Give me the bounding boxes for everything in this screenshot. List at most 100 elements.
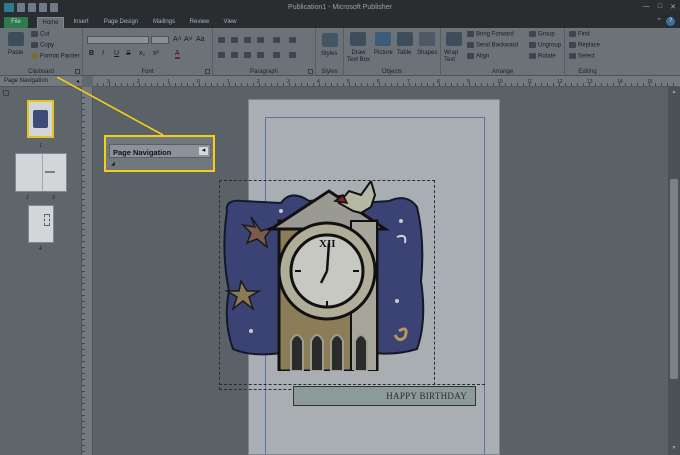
copy-button[interactable]: Copy	[31, 42, 54, 49]
scroll-up-icon[interactable]: ▲	[670, 89, 678, 97]
strikethrough-button[interactable]: S	[126, 50, 131, 57]
ruler-minor-tick	[613, 83, 614, 86]
happy-birthday-textbox[interactable]: HAPPY BIRTHDAY	[293, 386, 476, 406]
bullets-icon[interactable]	[218, 37, 225, 43]
tab-view[interactable]: View	[219, 17, 241, 28]
text-box-icon[interactable]	[350, 32, 366, 46]
ruler-minor-tick	[82, 373, 85, 374]
table-icon[interactable]	[397, 32, 413, 46]
align-left-icon[interactable]	[218, 52, 225, 58]
tab-insert[interactable]: Insert	[69, 17, 93, 28]
minimize-button[interactable]: —	[643, 3, 650, 11]
font-launcher-icon[interactable]	[205, 69, 210, 74]
horizontal-ruler[interactable]: 3 2 1 0 1 2 3 4 5 6 7 8 9 10 11 12 13 14…	[93, 76, 680, 87]
collapse-chevron-icon[interactable]: ◂	[199, 147, 208, 155]
send-backward-button[interactable]: Send Backward	[467, 42, 518, 49]
scrollbar-thumb[interactable]	[670, 179, 678, 379]
font-name-select[interactable]	[87, 36, 149, 44]
ruler-minor-tick	[421, 83, 422, 86]
shrink-font-button[interactable]: A˅	[184, 36, 193, 43]
vertical-scrollbar[interactable]: ▲ ▼	[668, 87, 680, 455]
font-color-button[interactable]: A	[175, 50, 180, 59]
group-button[interactable]: Group	[529, 31, 555, 38]
shapes-button[interactable]: Shapes	[417, 50, 437, 56]
styles-icon[interactable]	[322, 33, 338, 47]
tab-home[interactable]: Home	[37, 17, 64, 28]
arch-shape	[290, 334, 304, 371]
ungroup-button[interactable]: Ungroup	[529, 42, 561, 49]
ruler-minor-tick	[139, 83, 140, 86]
wrap-text-icon[interactable]	[446, 32, 462, 46]
tab-review[interactable]: Review	[186, 17, 213, 28]
page-thumbnail-4[interactable]	[28, 205, 54, 243]
rotate-button[interactable]: Rotate	[529, 53, 556, 60]
distribute-icon[interactable]	[273, 52, 280, 58]
help-icon[interactable]: ?	[666, 17, 675, 26]
draw-text-box-button[interactable]: Draw Text Box	[346, 50, 371, 64]
close-button[interactable]: ✕	[670, 3, 676, 11]
table-button[interactable]: Table	[397, 50, 411, 56]
italic-button[interactable]: I	[102, 50, 104, 57]
page-thumbnail-2-3[interactable]	[15, 153, 67, 192]
bring-forward-button[interactable]: Bring Forward	[467, 31, 514, 38]
clock-tower-clipart[interactable]: XII	[221, 181, 431, 371]
ruler-minor-tick	[127, 83, 128, 86]
align-icon	[467, 53, 474, 59]
show-marks-icon[interactable]	[273, 37, 280, 43]
increase-indent-icon[interactable]	[257, 37, 264, 43]
grow-font-button[interactable]: A˄	[173, 36, 182, 43]
maximize-button[interactable]: □	[658, 3, 662, 11]
minimize-ribbon-icon[interactable]: ⌃	[656, 17, 662, 25]
ruler-minor-tick	[445, 83, 446, 86]
find-button[interactable]: Find	[569, 31, 590, 38]
change-case-button[interactable]: Aa	[196, 36, 205, 43]
subscript-button[interactable]: x₂	[139, 50, 145, 57]
paste-button[interactable]: Paste	[8, 50, 23, 56]
shapes-icon[interactable]	[419, 32, 435, 46]
select-button[interactable]: Select	[569, 53, 595, 60]
align-center-icon[interactable]	[231, 52, 238, 58]
align-button[interactable]: Align	[467, 53, 489, 60]
superscript-button[interactable]: x²	[153, 50, 159, 57]
decrease-indent-icon[interactable]	[244, 37, 251, 43]
expand-pane-icon[interactable]	[3, 90, 9, 96]
ruler-minor-tick	[547, 83, 548, 86]
picture-icon[interactable]	[375, 32, 391, 46]
tab-page-design[interactable]: Page Design	[99, 17, 143, 28]
ruler-minor-tick	[199, 83, 200, 86]
align-right-icon[interactable]	[244, 52, 251, 58]
ruler-minor-tick	[187, 83, 188, 86]
format-painter-button[interactable]: Format Painter	[31, 53, 80, 60]
line-spacing-icon[interactable]	[289, 37, 296, 43]
bold-button[interactable]: B	[89, 50, 94, 57]
ruler-minor-tick	[82, 349, 85, 350]
ruler-minor-tick	[82, 343, 85, 344]
vertical-ruler[interactable]	[82, 87, 93, 455]
clipboard-launcher-icon[interactable]	[75, 69, 80, 74]
paste-icon[interactable]	[8, 32, 24, 46]
wrap-text-button[interactable]: Wrap Text	[444, 50, 462, 64]
numbering-icon[interactable]	[231, 37, 238, 43]
expand-corner-icon[interactable]: ◢	[111, 161, 115, 167]
ruler-minor-tick	[217, 83, 218, 86]
columns-icon[interactable]	[289, 52, 296, 58]
scroll-down-icon[interactable]: ▼	[670, 445, 678, 453]
replace-button[interactable]: Replace	[569, 42, 600, 49]
collapse-pane-icon[interactable]: ◂	[76, 78, 79, 85]
ruler-minor-tick	[475, 83, 476, 86]
page-thumbnail-1[interactable]	[27, 100, 54, 138]
justify-icon[interactable]	[257, 52, 264, 58]
styles-button[interactable]: Styles	[321, 51, 337, 57]
ruler-minor-tick	[463, 83, 464, 86]
ruler-minor-tick	[619, 83, 620, 86]
underline-button[interactable]: U	[114, 50, 119, 57]
ruler-corner[interactable]	[82, 76, 93, 87]
tab-file[interactable]: File	[4, 17, 28, 28]
picture-button[interactable]: Picture	[374, 50, 393, 56]
ungroup-icon	[529, 42, 536, 48]
paragraph-launcher-icon[interactable]	[308, 69, 313, 74]
copy-label: Copy	[40, 42, 55, 49]
cut-button[interactable]: Cut	[31, 31, 49, 38]
font-size-select[interactable]	[151, 36, 169, 44]
tab-mailings[interactable]: Mailings	[149, 17, 179, 28]
